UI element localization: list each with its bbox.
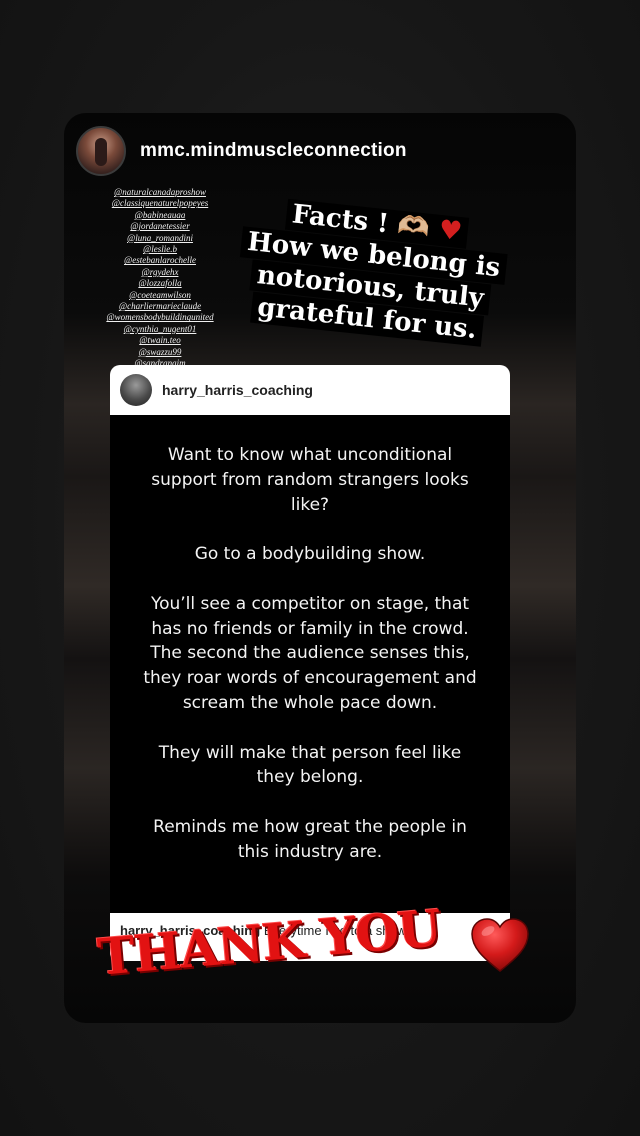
tag-mention[interactable]: @charliermarieclaude [100, 301, 220, 312]
tag-mention[interactable]: @lozzafolla [100, 278, 220, 289]
tag-mention[interactable]: @classiquenaturelpopeyes [100, 198, 220, 209]
tag-mention[interactable]: @luna_romandini [100, 233, 220, 244]
tag-mention[interactable]: @coeteamwilson [100, 290, 220, 301]
story-username[interactable]: mmc.mindmuscleconnection [140, 140, 407, 162]
story-header[interactable]: mmc.mindmuscleconnection [76, 126, 407, 176]
tag-list: @naturalcanadaproshow @classiquenaturelp… [100, 187, 220, 370]
post-paragraph: Go to a bodybuilding show. [194, 544, 426, 565]
tag-mention[interactable]: @estebanlarochelle [100, 255, 220, 266]
post-paragraph: Reminds me how great the people in this … [153, 816, 467, 862]
post-paragraph: You’ll see a competitor on stage, that h… [143, 593, 477, 713]
shared-post-header[interactable]: harry_harris_coaching [110, 365, 510, 415]
tag-mention[interactable]: @jordanetessier [100, 221, 220, 232]
tag-mention[interactable]: @womensbodybuildingunited [100, 312, 220, 323]
profile-avatar[interactable] [76, 126, 126, 176]
tag-mention[interactable]: @rgydehx [100, 267, 220, 278]
story-frame[interactable]: mmc.mindmuscleconnection @naturalcanadap… [64, 113, 576, 1023]
text-sticker[interactable]: Facts ! 🫶🏼 ♥ How we belong is notorious,… [216, 193, 528, 352]
heart-icon[interactable] [468, 915, 532, 979]
tag-mention[interactable]: @naturalcanadaproshow [100, 187, 220, 198]
post-paragraph: Want to know what unconditional support … [151, 445, 469, 515]
heart-icon: ♥ [437, 214, 464, 248]
tag-mention[interactable]: @cynthia_nugent01 [100, 324, 220, 335]
tag-mention[interactable]: @twain.teo [100, 335, 220, 346]
tag-mention[interactable]: @swazzu99 [100, 347, 220, 358]
post-author-avatar[interactable] [120, 374, 152, 406]
tag-mention[interactable]: @babineauaa [100, 210, 220, 221]
post-paragraph: They will make that person feel like the… [158, 742, 462, 788]
tag-mention[interactable]: @leslie.b [100, 244, 220, 255]
post-author-handle[interactable]: harry_harris_coaching [162, 382, 313, 398]
shared-post-body[interactable]: Want to know what unconditional support … [110, 415, 510, 913]
